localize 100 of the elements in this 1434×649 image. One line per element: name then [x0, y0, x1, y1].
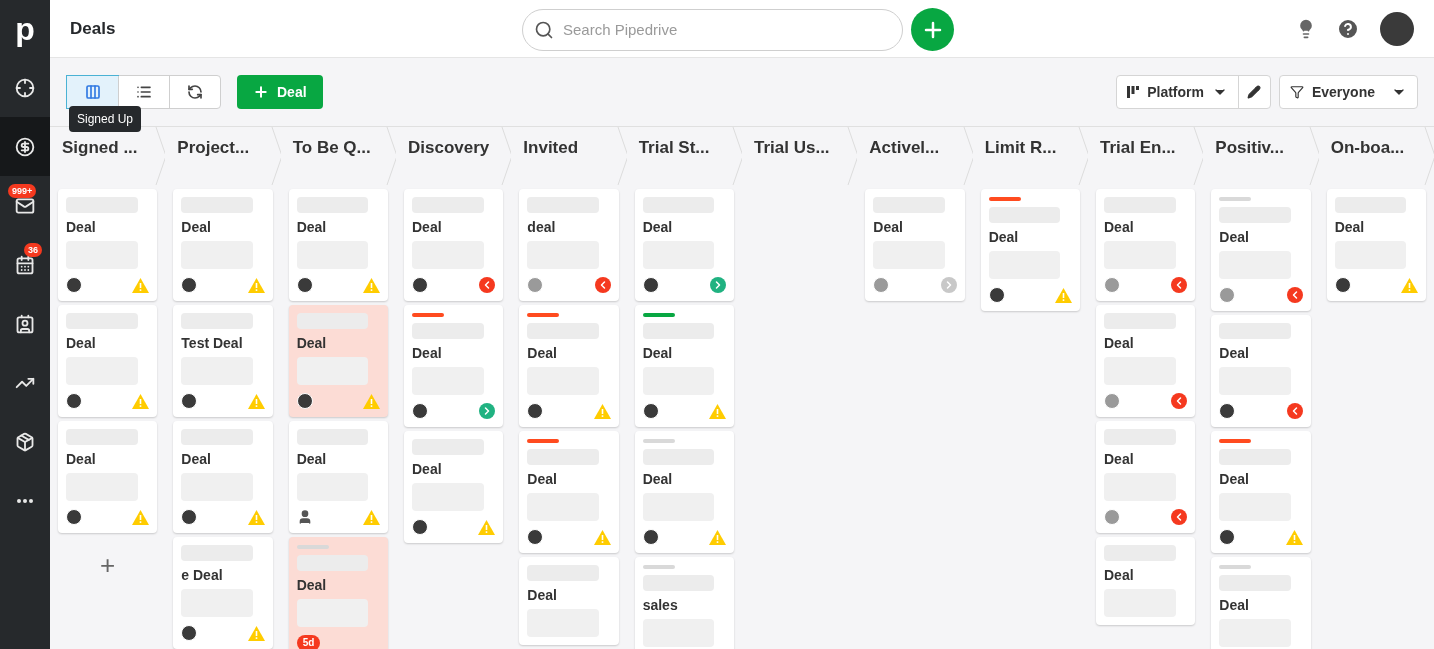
stage-title[interactable]: Discovery — [408, 135, 490, 161]
stage-title[interactable]: On-boa... — [1330, 135, 1405, 161]
deal-title: Deal — [1219, 229, 1250, 245]
stage-title[interactable]: Activel... — [869, 135, 940, 161]
plus-icon — [253, 84, 269, 100]
deal-card[interactable]: Deal — [288, 421, 388, 533]
overdue-icon — [1171, 509, 1188, 525]
search-field[interactable]: Search Pipedrive — [522, 8, 903, 51]
warning-icon — [478, 519, 496, 535]
count-badge: 999+ — [8, 184, 37, 198]
deal-title: Deal — [1104, 567, 1135, 583]
deal-card[interactable]: Deal — [288, 305, 388, 417]
overdue-icon — [594, 277, 611, 293]
deal-card[interactable]: Deal — [1326, 189, 1426, 301]
overdue-icon — [1171, 277, 1188, 293]
deal-card[interactable]: Deal — [1211, 189, 1311, 311]
avatar — [527, 529, 544, 545]
stage-title[interactable]: To Be Q... — [292, 135, 371, 161]
avatar — [642, 529, 659, 545]
deal-card[interactable]: Deal — [173, 421, 273, 533]
stage-title[interactable]: Project... — [177, 135, 250, 161]
deal-title: Deal — [873, 219, 904, 235]
deal-card[interactable]: Deal — [58, 421, 158, 533]
sidebar-item[interactable]: 36 — [0, 235, 50, 294]
columns-icon — [84, 84, 101, 100]
avatar — [66, 393, 82, 409]
deal-title: Deal — [527, 345, 558, 361]
deal-card[interactable]: Deal — [58, 189, 158, 301]
warning-icon — [363, 393, 380, 409]
deal-card[interactable]: Deal — [1096, 305, 1196, 417]
stage-title[interactable]: Positiv... — [1215, 135, 1284, 161]
avatar — [66, 277, 82, 293]
deal-title: Deal — [642, 345, 674, 361]
page-title: Deals — [70, 17, 116, 40]
deal-card[interactable]: Deal — [58, 305, 158, 417]
deal-title: e Deal — [181, 567, 224, 583]
deal-card[interactable]: Deal — [519, 557, 619, 645]
calendar-icon — [15, 254, 35, 275]
deal-card[interactable]: Deal — [634, 305, 734, 427]
avatar — [642, 403, 659, 419]
deal-title: Deal — [1104, 451, 1135, 467]
deal-card[interactable]: Deal — [1096, 537, 1196, 625]
deal-card[interactable]: sales — [634, 557, 734, 649]
logo[interactable]: p — [15, 13, 35, 45]
filter-dropdown[interactable]: Everyone — [1278, 75, 1418, 109]
warning-icon — [363, 277, 380, 293]
warning-icon — [247, 625, 265, 641]
deal-card[interactable]: Deal — [519, 305, 619, 427]
deal-card[interactable]: Deal — [865, 189, 965, 301]
deal-card[interactable]: Deal — [404, 305, 504, 427]
avatar — [181, 393, 198, 409]
user-avatar[interactable] — [1380, 11, 1414, 46]
add-deal-stage-button[interactable]: + — [58, 545, 158, 585]
quick-add-button[interactable] — [911, 8, 954, 51]
avatar — [1104, 393, 1120, 409]
avatar — [412, 277, 428, 293]
deal-title: Deal — [642, 471, 674, 487]
deal-card[interactable]: deal — [519, 189, 619, 301]
stage-title[interactable]: Trial En... — [1100, 135, 1176, 161]
warning-icon — [709, 529, 726, 545]
stage-title[interactable]: Trial Us... — [754, 135, 830, 161]
avatar — [1219, 529, 1236, 545]
deal-card[interactable]: Deal — [404, 189, 504, 301]
warning-icon — [709, 403, 726, 419]
pipeline-view-tab[interactable] — [67, 76, 118, 108]
warning-icon — [132, 277, 150, 293]
avatar — [988, 287, 1005, 303]
stage-title[interactable]: Signed ... — [62, 135, 138, 161]
stage-title[interactable]: Invited — [523, 135, 579, 161]
tooltip: Signed Up — [69, 106, 142, 132]
stage-title[interactable]: Trial St... — [638, 135, 710, 161]
overdue-icon — [479, 277, 496, 293]
deal-card[interactable]: Deal — [980, 189, 1080, 311]
deal-card[interactable]: Deal 5d — [288, 537, 388, 649]
deal-card[interactable]: Deal — [634, 189, 734, 301]
deal-title: Deal — [1104, 335, 1135, 351]
warning-icon — [247, 509, 265, 525]
warning-icon — [593, 529, 611, 545]
warning-icon — [132, 509, 150, 525]
refresh-icon — [187, 84, 203, 100]
stage-title[interactable]: Limit R... — [984, 135, 1057, 161]
deal-title: Deal — [296, 219, 328, 235]
deal-title: Deal — [1219, 345, 1250, 361]
deal-card[interactable]: e Deal — [173, 537, 273, 649]
avatar — [181, 509, 198, 525]
deal-card[interactable]: Deal — [1096, 421, 1196, 533]
deal-card[interactable]: Deal — [404, 431, 504, 543]
deal-card[interactable]: Deal — [1211, 557, 1311, 649]
sidebar-item[interactable] — [0, 117, 50, 176]
deal-card[interactable]: Test Deal — [173, 305, 273, 417]
deal-card[interactable]: Deal — [1096, 189, 1196, 301]
no-activity-icon — [940, 277, 957, 293]
deal-card[interactable]: Deal — [634, 431, 734, 553]
deal-card[interactable]: Deal — [1211, 431, 1311, 553]
deal-card[interactable]: Deal — [1211, 315, 1311, 427]
deal-title: Deal — [412, 345, 443, 361]
deal-card[interactable]: Deal — [173, 189, 273, 301]
sidebar-item[interactable]: 999+ — [0, 176, 50, 235]
deal-card[interactable]: Deal — [519, 431, 619, 553]
deal-card[interactable]: Deal — [288, 189, 388, 301]
